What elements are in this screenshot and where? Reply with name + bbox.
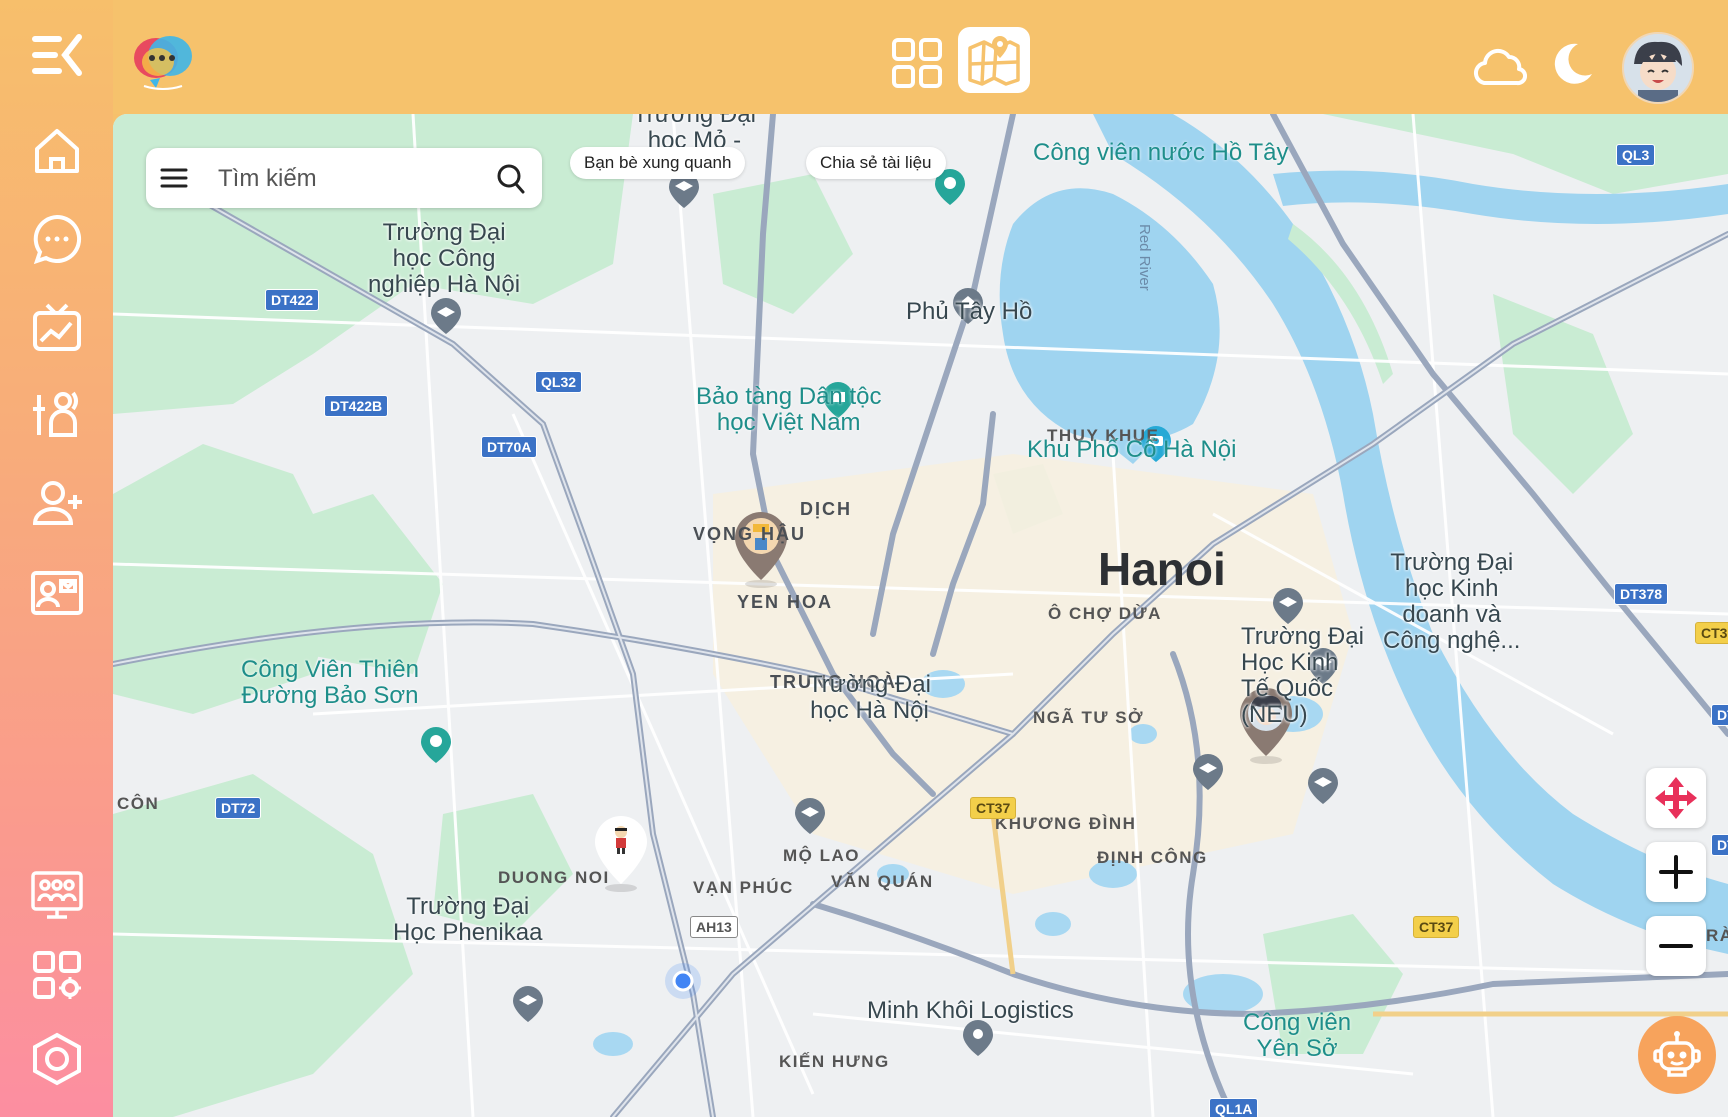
home-button[interactable]	[24, 118, 90, 184]
road-shield: DT	[1711, 704, 1728, 726]
road-shield: DT72	[215, 797, 262, 819]
university-pin-icon	[431, 298, 461, 334]
grid-view-icon	[892, 38, 942, 88]
location-pin-icon	[963, 1020, 993, 1056]
plus-icon	[1659, 855, 1693, 889]
road-shield: CT3	[1695, 622, 1728, 644]
university-pin-icon	[1193, 754, 1223, 790]
university-pin-icon	[795, 798, 825, 834]
app-logo	[134, 36, 192, 90]
friend-marker-2[interactable]	[1238, 688, 1294, 764]
road-shield: CT37	[970, 797, 1017, 819]
road-shield: QL1A	[1209, 1098, 1259, 1117]
camera-pin-icon	[1141, 426, 1171, 462]
sidebar	[0, 0, 113, 1117]
zoom-out-button[interactable]	[1646, 916, 1706, 976]
collapse-menu-button[interactable]	[24, 22, 90, 88]
avatar[interactable]	[1622, 32, 1694, 104]
search-input[interactable]	[216, 158, 480, 200]
road-shield: DT	[1711, 834, 1728, 856]
profile-card-button[interactable]	[24, 560, 90, 626]
profile-card-icon	[31, 571, 83, 615]
park-pin-icon	[421, 727, 451, 763]
road-shield: DT378	[1614, 583, 1669, 605]
moon-icon	[1554, 43, 1592, 84]
map-tiles	[113, 114, 1728, 1117]
classroom-icon	[31, 871, 83, 919]
chat-button[interactable]	[24, 206, 90, 272]
search-box	[146, 148, 542, 208]
move-arrows-icon	[1655, 777, 1697, 819]
university-pin-icon	[1308, 648, 1338, 684]
add-friend-button[interactable]	[24, 470, 90, 536]
chat-icon	[33, 214, 82, 265]
cloud-icon	[1474, 48, 1527, 86]
apps-settings-icon	[33, 951, 81, 999]
university-pin-icon	[1273, 588, 1303, 624]
chip-friends-nearby[interactable]: Bạn bè xung quanh	[570, 147, 746, 179]
apps-settings-button[interactable]	[24, 942, 90, 1008]
road-shield: AH13	[690, 916, 738, 938]
university-pin-icon	[1308, 768, 1338, 804]
settings-button[interactable]	[24, 1026, 90, 1092]
robot-icon	[1653, 1031, 1701, 1077]
road-shield: QL32	[535, 371, 583, 393]
map-view-icon	[968, 36, 1020, 86]
university-pin-icon	[513, 986, 543, 1022]
grid-view-button[interactable]	[884, 30, 950, 96]
map-view[interactable]: DỊCH VỌNG HẬU YEN HOA TRUNG HOÀ THUY KHU…	[113, 114, 1728, 1117]
road-shield: QL3	[1616, 144, 1656, 166]
search-icon[interactable]	[496, 163, 526, 195]
museum-pin-icon	[823, 382, 853, 418]
settings-hexagon-icon	[33, 1032, 81, 1086]
dashboard-button[interactable]	[24, 294, 90, 360]
home-icon	[35, 129, 79, 173]
friend-marker-3[interactable]	[593, 816, 649, 892]
road-shield: DT422	[265, 289, 320, 311]
friend-marker-1[interactable]	[733, 512, 789, 588]
zoom-in-button[interactable]	[1646, 842, 1706, 902]
classroom-button[interactable]	[24, 862, 90, 928]
temple-pin-icon	[953, 288, 983, 324]
road-shield: DT422B	[324, 395, 389, 417]
map-view-button[interactable]	[958, 27, 1030, 93]
minus-icon	[1659, 944, 1693, 948]
assistant-button[interactable]	[1638, 1016, 1716, 1094]
move-button[interactable]	[1646, 768, 1706, 828]
activity-button[interactable]	[24, 382, 90, 448]
dashboard-icon	[33, 303, 81, 351]
road-shield: DT70A	[481, 436, 538, 458]
chip-share-docs[interactable]: Chia sẻ tài liệu	[806, 147, 946, 179]
collapse-menu-icon	[32, 34, 82, 76]
activity-icon	[33, 391, 78, 437]
hamburger-menu-icon[interactable]	[160, 166, 190, 190]
dark-mode-button[interactable]	[1544, 38, 1600, 90]
road-shield: CT37	[1413, 916, 1460, 938]
cloud-button[interactable]	[1470, 36, 1530, 92]
add-friend-icon	[32, 481, 82, 525]
